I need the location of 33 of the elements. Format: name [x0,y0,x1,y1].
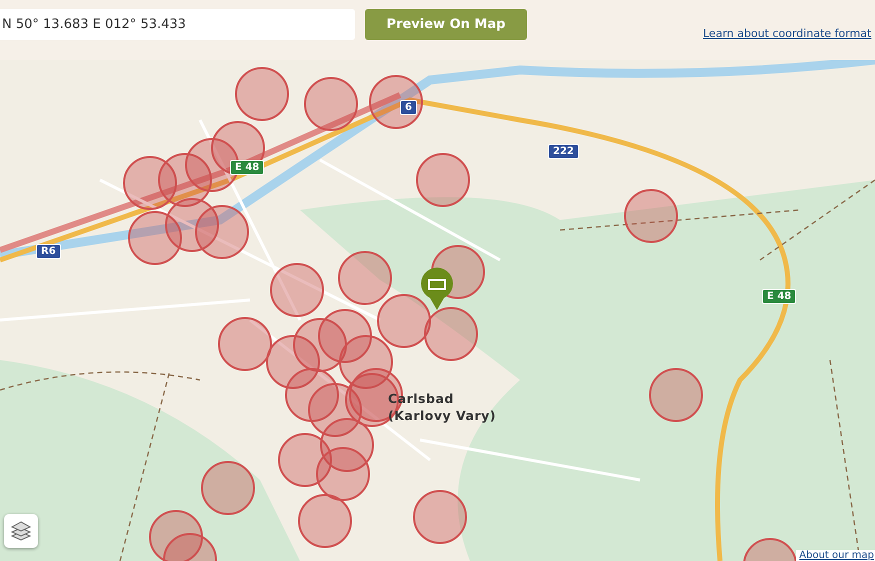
coordinate-format-link[interactable]: Learn about coordinate format [703,27,872,40]
area-circle [285,368,339,422]
area-circle [416,153,470,207]
area-circle [158,153,212,207]
area-circle [649,368,703,422]
map-pin-icon [421,268,453,310]
area-circle [128,211,182,265]
area-circle [278,433,332,487]
area-circle [270,263,324,317]
area-circle [308,383,362,437]
road-number-badge: E 48 [230,160,264,175]
layers-icon [10,520,32,542]
area-circle [369,75,423,129]
road-number-badge: 6 [400,100,417,115]
area-circle [304,77,358,131]
area-circle [195,205,249,259]
coordinate-input-field[interactable]: N 50° 13.683 E 012° 53.433 [0,9,355,40]
map-layers-button[interactable] [4,514,38,548]
road-number-badge: 222 [548,144,579,159]
road-number-badge: R6 [36,244,61,259]
area-circle [235,67,289,121]
area-circle [316,447,370,501]
about-maps-link[interactable]: About our map [796,550,875,561]
area-circle [218,317,272,371]
area-circle [201,461,255,515]
area-circle [413,490,467,544]
road-number-badge: E 48 [762,289,796,304]
area-circle [338,251,392,305]
area-circle [377,294,431,348]
area-circle [318,309,372,363]
area-circle [424,307,478,361]
area-circle [298,494,352,548]
area-circle [624,189,678,243]
